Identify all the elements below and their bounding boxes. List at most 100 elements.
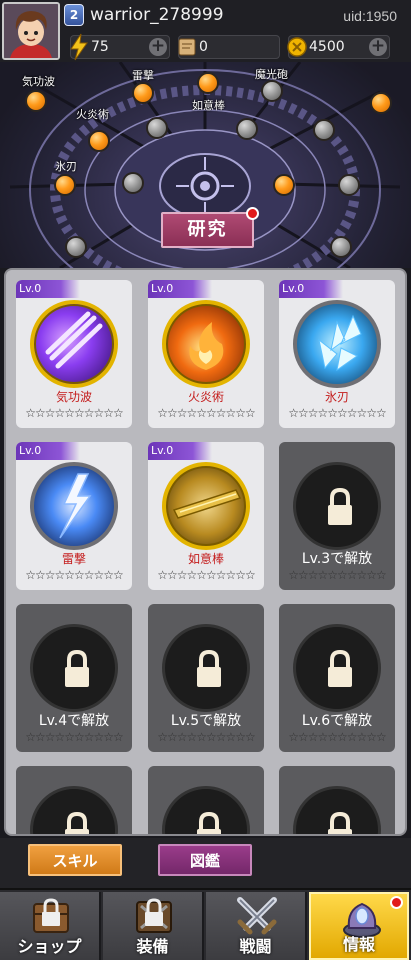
tree-label-hyoujin: 氷刃 [55,160,77,173]
tree-node-mid-left[interactable] [122,172,144,194]
skill-stars: ☆☆☆☆☆☆☆☆☆☆ [288,730,387,744]
skill-card-kaenjutsu[interactable]: Lv.0 火炎術 ☆☆☆☆☆☆☆☆☆☆ [148,280,264,428]
lock-icon [293,624,381,712]
game-screen: 2 warrior_278999 uid:1950 75 + 0 4500 + [0,0,411,960]
skill-card-nyoibou[interactable]: Lv.0 如意棒 ☆☆☆☆☆☆☆☆☆☆ [148,442,264,590]
energy-resource: 75 + [70,33,170,61]
unlock-requirement: Lv.3で解放 [301,551,373,567]
research-button[interactable]: 研究 [161,212,254,248]
tree-label-makouhou: 魔光砲 [255,68,288,81]
coin-icon [287,37,307,57]
tree-node-nyoibou[interactable] [197,72,219,94]
nav-shop-label: ショップ [17,937,82,956]
tab-encyclopedia[interactable]: 図鑑 [158,844,252,876]
lightning-icon [70,33,88,61]
locked-skill-card-lv5[interactable]: Lv.5で解放 ☆☆☆☆☆☆☆☆☆☆ [148,604,264,752]
skill-card-kikouha[interactable]: Lv.0 気功波 ☆☆☆☆☆☆☆☆☆☆ [16,280,132,428]
staff-icon [162,462,250,550]
crossed-swords-icon [237,897,277,935]
skill-stars: ☆☆☆☆☆☆☆☆☆☆ [25,406,124,420]
skill-level-tag: Lv.0 [148,280,212,298]
tree-node-mid-right[interactable] [273,174,295,196]
locked-skill-card[interactable] [16,766,132,834]
skill-stars: ☆☆☆☆☆☆☆☆☆☆ [288,568,387,582]
tree-node-inner-left[interactable] [146,117,168,139]
skill-stars: ☆☆☆☆☆☆☆☆☆☆ [25,730,124,744]
scroll-value: 0 [199,39,208,55]
locked-skill-card[interactable] [279,766,395,834]
tree-node-right[interactable] [313,119,335,141]
player-header: 2 warrior_278999 uid:1950 75 + 0 4500 + [0,0,411,62]
tree-node-inner-right[interactable] [236,118,258,140]
player-avatar[interactable] [2,2,60,60]
tree-node-makouhou[interactable] [261,80,283,102]
coin-resource: 4500 + [287,35,390,59]
locked-skill-card-lv6[interactable]: Lv.6で解放 ☆☆☆☆☆☆☆☆☆☆ [279,604,395,752]
tree-node-hyoujin[interactable] [54,174,76,196]
skill-level-tag: Lv.0 [16,280,80,298]
tree-node-far-right[interactable] [338,174,360,196]
coin-value: 4500 [309,39,345,55]
locked-skill-card-lv3[interactable]: Lv.3で解放 ☆☆☆☆☆☆☆☆☆☆ [279,442,395,590]
tree-label-kaenjutsu: 火炎術 [76,108,109,121]
skill-name: 雷撃 [61,552,86,566]
tree-label-kikouha: 気功波 [22,75,55,88]
player-level-badge: 2 [64,4,84,26]
lightning-strike-icon [30,462,118,550]
skill-name: 火炎術 [187,390,224,404]
skill-stars: ☆☆☆☆☆☆☆☆☆☆ [25,568,124,582]
locked-equipment-icon [136,898,172,933]
nav-battle-label: 戦闘 [239,937,272,956]
scroll-resource: 0 [178,35,280,59]
avatar-portrait-icon [4,4,58,58]
skill-card-hyoujin[interactable]: Lv.0 氷刃 ☆☆☆☆☆☆☆☆☆☆ [279,280,395,428]
lock-icon [30,624,118,712]
skill-name: 如意棒 [187,552,224,566]
nav-battle[interactable]: 戦闘 [206,892,307,960]
locked-chest-icon [33,898,69,933]
locked-skill-card[interactable] [148,766,264,834]
tree-label-raigeki: 雷撃 [132,69,154,82]
energy-value: 75 [91,39,109,55]
locked-skill-card-lv4[interactable]: Lv.4で解放 ☆☆☆☆☆☆☆☆☆☆ [16,604,132,752]
skill-subtabs: スキル 図鑑 [0,838,411,888]
energy-wave-icon [30,300,118,388]
tree-node-raigeki[interactable] [132,82,154,104]
skill-level-tag: Lv.0 [16,442,80,460]
tree-node-bottom-left[interactable] [65,236,87,258]
tree-node-kikouha[interactable] [25,90,47,112]
skill-grid-panel: Lv.0 気功波 ☆☆☆☆☆☆☆☆☆☆ Lv.0 火炎術 ☆☆☆☆☆☆☆☆☆☆ … [4,268,407,836]
unlock-requirement: Lv.5で解放 [170,713,242,729]
nav-info[interactable]: 情報 [309,892,409,960]
nav-equipment[interactable]: 装備 [103,892,204,960]
tree-node-kaenjutsu[interactable] [88,130,110,152]
info-notification-dot [390,896,403,909]
research-notification-dot [246,207,259,220]
lock-icon [293,462,381,550]
skill-level-tag: Lv.0 [148,442,212,460]
scroll-icon [178,38,196,56]
lock-icon [30,786,118,834]
skill-stars: ☆☆☆☆☆☆☆☆☆☆ [157,730,256,744]
research-tree: 気功波 雷撃 魔光砲 火炎術 如意棒 氷刃 研究 [0,62,411,268]
nav-shop[interactable]: ショップ [0,892,101,960]
skill-card-raigeki[interactable]: Lv.0 雷撃 ☆☆☆☆☆☆☆☆☆☆ [16,442,132,590]
ice-blade-icon [293,300,381,388]
player-uid: uid:1950 [343,8,397,24]
tree-node-top-right[interactable] [370,92,392,114]
add-coin-button[interactable]: + [369,38,387,56]
skill-stars: ☆☆☆☆☆☆☆☆☆☆ [157,568,256,582]
tree-node-bottom-right[interactable] [330,236,352,258]
bottom-navigation: ショップ 装備 戦闘 情報 [0,888,411,960]
add-energy-button[interactable]: + [149,38,167,56]
nav-info-label: 情報 [342,935,375,954]
lock-icon [162,624,250,712]
unlock-requirement: Lv.4で解放 [38,713,110,729]
skill-stars: ☆☆☆☆☆☆☆☆☆☆ [157,406,256,420]
tab-skill[interactable]: スキル [28,844,122,876]
fire-icon [162,300,250,388]
skill-stars: ☆☆☆☆☆☆☆☆☆☆ [288,406,387,420]
skill-name: 気功波 [55,390,92,404]
lock-icon [162,786,250,834]
unlock-requirement: Lv.6で解放 [301,713,373,729]
